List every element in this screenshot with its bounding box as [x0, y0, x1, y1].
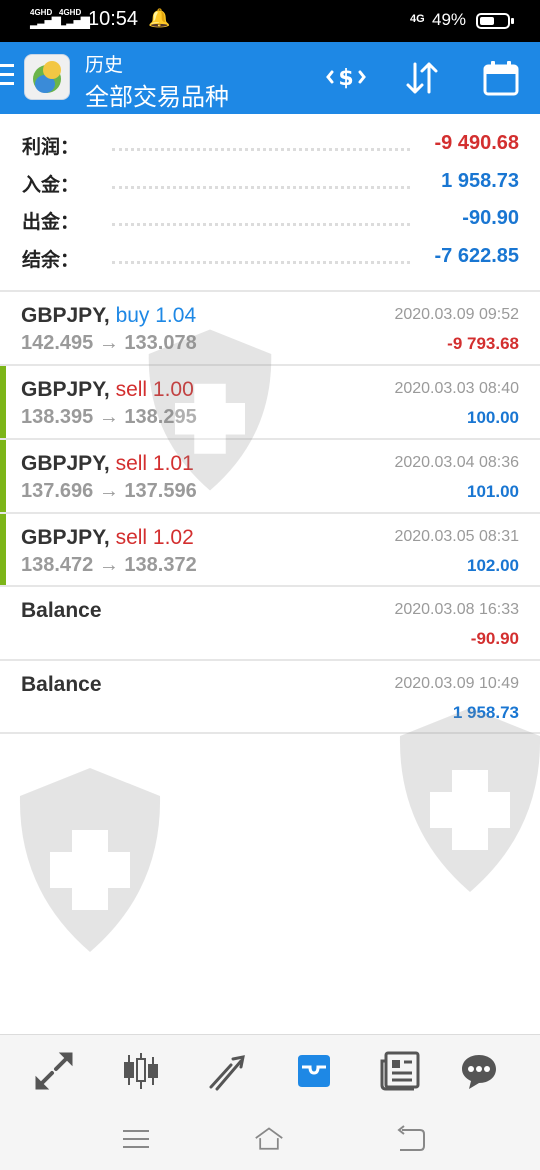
app-header: 历史 全部交易品种 $ [0, 42, 540, 114]
history-icon[interactable] [294, 1051, 334, 1091]
list-item[interactable]: GBPJPY, sell 1.00 138.395 → 138.295 2020… [0, 366, 540, 438]
bottom-toolbar [0, 1034, 540, 1106]
quotes-icon[interactable] [34, 1051, 74, 1091]
watermark-shield-icon [19, 768, 161, 952]
summary-value: -7 622.85 [434, 244, 519, 267]
signal-1: 4GHD ▂▃▅▇ [30, 8, 61, 29]
profit-marker [0, 440, 6, 512]
metatrader-logo[interactable] [24, 54, 70, 100]
profit-marker [0, 366, 6, 438]
network-type: 4G [410, 13, 425, 25]
chat-icon[interactable] [459, 1051, 499, 1091]
list-item[interactable]: GBPJPY, buy 1.04 142.495 → 133.078 2020.… [0, 292, 540, 364]
battery-percent: 49% [432, 10, 467, 29]
svg-text:$: $ [338, 66, 353, 91]
summary-row-balance: 结余： -7 622.85 [22, 244, 519, 271]
list-item[interactable]: Balance 2020.03.09 10:49 1 958.73 [0, 661, 540, 733]
chart-icon[interactable] [121, 1051, 161, 1091]
battery-icon [476, 13, 514, 29]
menu-icon[interactable] [0, 64, 14, 90]
summary-panel: 利润： -9 490.68 入金： 1 958.73 出金： -90.90 结余… [0, 124, 540, 274]
home-icon[interactable] [254, 1124, 284, 1154]
back-icon[interactable] [396, 1124, 426, 1154]
summary-value: 1 958.73 [441, 169, 519, 192]
system-navbar [0, 1106, 540, 1170]
list-item[interactable]: Balance 2020.03.08 16:33 -90.90 [0, 587, 540, 659]
recents-icon[interactable] [121, 1124, 151, 1154]
header-subtitle: 历史 [85, 55, 124, 76]
currency-exchange-icon[interactable]: $ [326, 58, 366, 98]
status-bar: 4GHD ▂▃▅▇ 4GHD ▂▃▅▇ 10:54 🔔 4G 49% [0, 0, 540, 42]
list-item[interactable]: GBPJPY, sell 1.02 138.472 → 138.372 2020… [0, 514, 540, 586]
summary-row-profit: 利润： -9 490.68 [22, 132, 519, 158]
clock: 10:54 [88, 8, 139, 30]
summary-value: -90.90 [462, 207, 519, 229]
calendar-icon[interactable] [481, 58, 521, 98]
list-item[interactable]: GBPJPY, sell 1.01 137.696 → 137.596 2020… [0, 440, 540, 512]
summary-value: -9 490.68 [434, 132, 519, 154]
trade-icon[interactable] [207, 1051, 247, 1091]
header-title[interactable]: 全部交易品种 [85, 77, 229, 112]
news-icon[interactable] [380, 1051, 420, 1091]
profit-marker [0, 514, 6, 586]
summary-row-withdrawal: 出金： -90.90 [22, 207, 519, 233]
summary-row-deposit: 入金： 1 958.73 [22, 169, 519, 196]
signal-2: 4GHD ▂▃▅▇ [59, 8, 90, 29]
sort-icon[interactable] [402, 58, 442, 98]
notification-icon: 🔔 [148, 8, 171, 28]
